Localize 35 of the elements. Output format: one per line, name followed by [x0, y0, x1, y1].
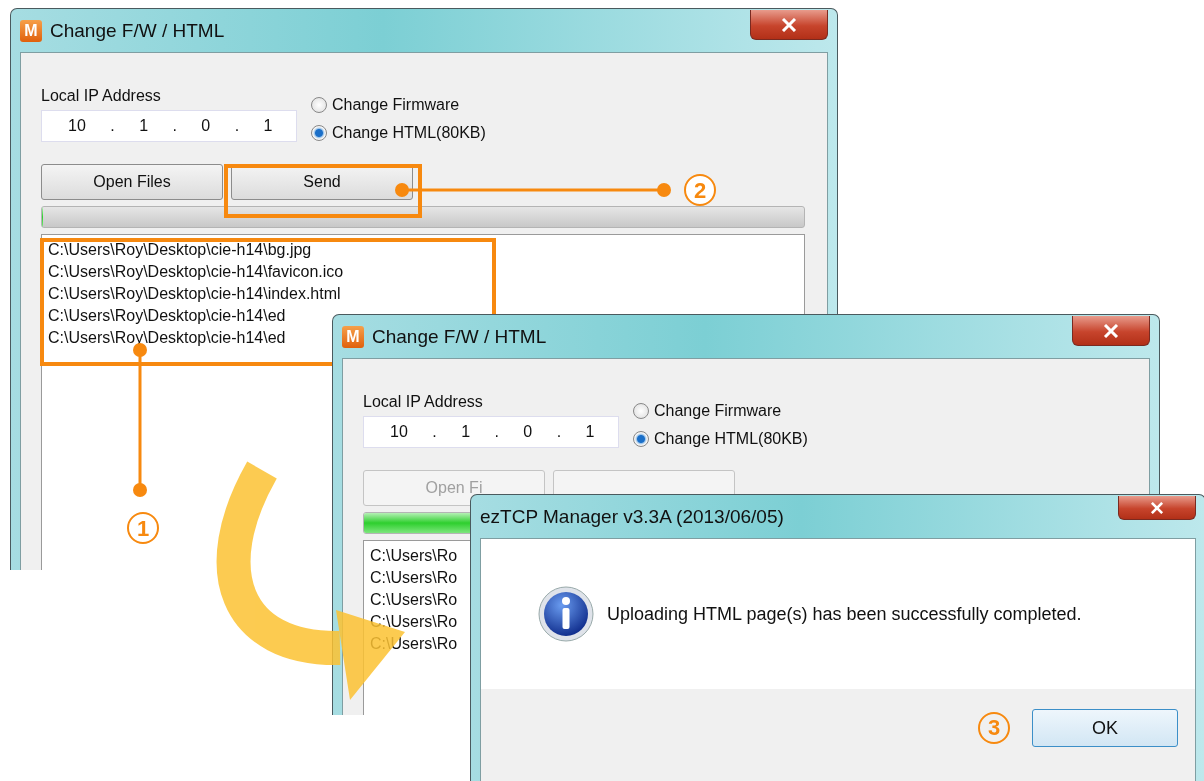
radio-option[interactable]: Change HTML(80KB): [633, 430, 808, 448]
close-icon: [1103, 323, 1119, 338]
file-path: C:\Users\Roy\Desktop\cie-h14\ed: [48, 328, 286, 348]
message-text: Uploading HTML page(s) has been successfully completed.: [607, 603, 1082, 625]
file-path: C:\Users\Roy\Desktop\cie-h14\ed: [48, 306, 286, 326]
file-path: C:\Users\Roy\Desktop\cie-h14\index.html: [48, 284, 341, 304]
radio-option[interactable]: Change HTML(80KB): [311, 124, 486, 142]
close-icon: [781, 17, 797, 32]
file-path: C:\Users\Ro: [370, 568, 458, 588]
file-path: C:\Users\Ro: [370, 546, 458, 566]
window-title: Change F/W / HTML: [50, 19, 225, 42]
file-path: C:\Users\Ro: [370, 612, 458, 632]
step-number: 3: [978, 712, 1010, 744]
dialog-title: ezTCP Manager v3.3A (2013/06/05): [480, 505, 784, 528]
step-number: 2: [684, 174, 716, 206]
ip-address-field[interactable]: 10 . 1 . 0 . 1: [41, 110, 297, 142]
ip-label: Local IP Address: [363, 393, 484, 411]
ip-address-field[interactable]: 10 . 1 . 0 . 1: [363, 416, 619, 448]
open-files-button[interactable]: Open Files: [41, 164, 223, 200]
app-logo-icon: M: [20, 19, 42, 42]
file-path: C:\Users\Ro: [370, 590, 458, 610]
app-logo-icon: M: [342, 325, 364, 348]
close-button[interactable]: [1072, 316, 1150, 346]
window-title: Change F/W / HTML: [372, 325, 547, 348]
radio-option[interactable]: Change Firmware: [311, 96, 486, 114]
close-button[interactable]: [750, 10, 828, 40]
ip-label: Local IP Address: [41, 87, 162, 105]
radio-option[interactable]: Change Firmware: [633, 402, 808, 420]
close-icon: [1150, 501, 1164, 514]
ok-button[interactable]: OK: [1032, 709, 1178, 747]
file-path: C:\Users\Roy\Desktop\cie-h14\bg.jpg: [48, 240, 312, 260]
info-icon: [537, 585, 595, 643]
close-button[interactable]: [1118, 496, 1196, 520]
file-path: C:\Users\Roy\Desktop\cie-h14\favicon.ico: [48, 262, 344, 282]
step-number: 1: [127, 512, 159, 544]
